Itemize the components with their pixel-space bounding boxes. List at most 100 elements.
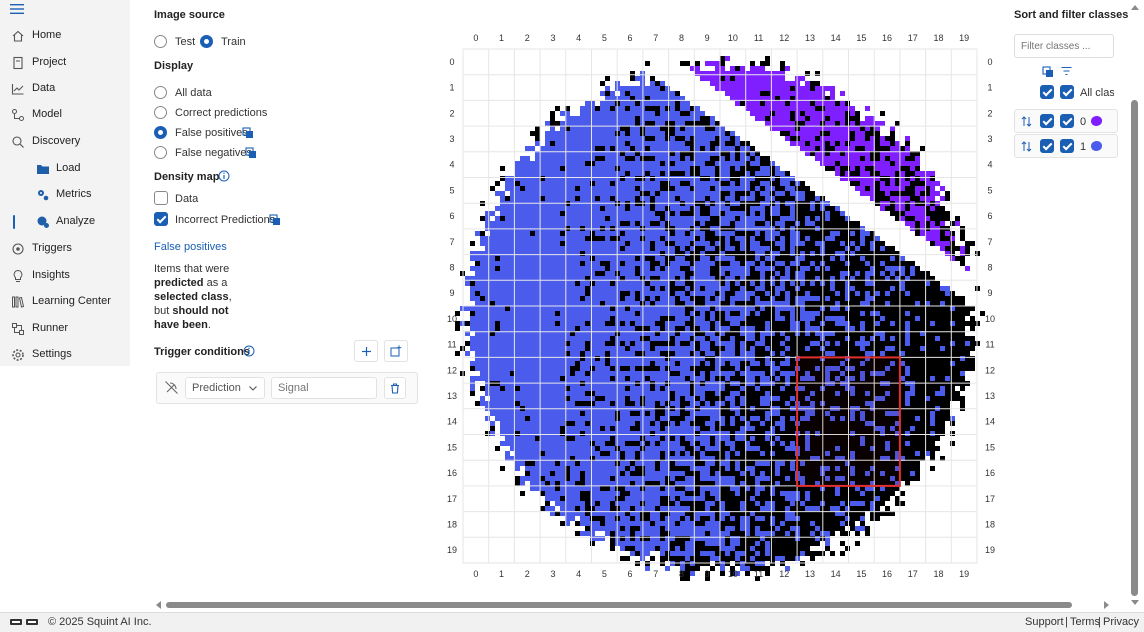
chevron-down-icon: [249, 386, 257, 391]
sidebar-item-learning-center[interactable]: Learning Center: [0, 290, 130, 314]
no-signal-icon[interactable]: [164, 380, 179, 395]
x-tick-label-top: 12: [779, 33, 789, 43]
x-tick-label-bottom: 10: [728, 569, 738, 579]
y-tick-label-left: 0: [449, 57, 454, 67]
desc-text: but: [154, 305, 173, 317]
display-option-label[interactable]: False positives: [175, 127, 248, 139]
sidebar-item-project[interactable]: Project: [0, 51, 130, 75]
x-tick-label-top: 3: [550, 33, 555, 43]
class-select-checkbox[interactable]: [1040, 114, 1054, 128]
trash-icon: [391, 382, 399, 394]
display-option-label[interactable]: All data: [175, 87, 212, 99]
sidebar-item-settings[interactable]: Settings: [0, 343, 130, 367]
sidebar-item-analyze[interactable]: Analyze: [0, 210, 130, 234]
x-tick-label-top: 1: [499, 33, 504, 43]
layers-icon[interactable]: [1042, 66, 1054, 78]
triggers-icon: [12, 243, 24, 255]
y-tick-label-right: 15: [985, 442, 995, 452]
sidebar-item-runner[interactable]: Runner: [0, 317, 130, 341]
false-positives-description: Items that were predicted as a selected …: [154, 262, 254, 332]
display-option-label[interactable]: Correct predictions: [175, 107, 267, 119]
add-condition-button[interactable]: [354, 340, 378, 362]
class-select-checkbox[interactable]: [1040, 139, 1054, 153]
scroll-right-icon[interactable]: [1104, 601, 1110, 609]
sidebar-item-triggers[interactable]: Triggers: [0, 237, 130, 261]
sidebar-item-load[interactable]: Load: [0, 157, 130, 181]
grid-canvas[interactable]: 0011223344556677889910101111121213131414…: [440, 26, 1000, 586]
display-option-label[interactable]: False negatives: [175, 147, 252, 159]
density-incorrect-checkbox[interactable]: [154, 212, 168, 226]
sort-icon[interactable]: [1021, 141, 1032, 152]
y-tick-label-right: 18: [985, 519, 995, 529]
display-correct-radio[interactable]: [154, 106, 167, 119]
visible-all-checkbox[interactable]: [1060, 85, 1074, 99]
y-tick-label-right: 6: [987, 211, 992, 221]
footer-separator: |: [1098, 616, 1101, 628]
horizontal-scroll-thumb[interactable]: [166, 602, 1072, 608]
sidebar-item-label: Settings: [32, 348, 72, 360]
scroll-left-icon[interactable]: [155, 601, 161, 609]
display-false-negatives-radio[interactable]: [154, 146, 167, 159]
display-false-positives-radio[interactable]: [154, 126, 167, 139]
density-data-checkbox[interactable]: [154, 191, 168, 205]
filter-icon[interactable]: [1061, 66, 1072, 76]
y-tick-label-right: 17: [985, 494, 995, 504]
desc-bold: should not: [172, 305, 229, 317]
sidebar-item-data[interactable]: Data: [0, 77, 130, 101]
sidebar-item-model[interactable]: Model: [0, 103, 130, 127]
x-tick-label-bottom: 3: [550, 569, 555, 579]
y-tick-label-left: 2: [449, 108, 454, 118]
y-tick-label-left: 17: [447, 494, 457, 504]
source-train-radio[interactable]: [200, 35, 213, 48]
class-density-grid[interactable]: 0 0 1 1 2 2 3 3 4 4 5 5 6 6 7 7 8 8 9 9 10 10 11 11 12 12 13 13 14 14…: [440, 26, 1000, 586]
select-all-checkbox[interactable]: [1040, 85, 1054, 99]
class-visible-checkbox[interactable]: [1060, 114, 1074, 128]
filter-classes-input[interactable]: [1014, 34, 1114, 58]
sidebar-item-insights[interactable]: Insights: [0, 264, 130, 288]
class-color-swatch[interactable]: [1091, 141, 1102, 151]
scroll-down-icon[interactable]: [1131, 600, 1139, 606]
sidebar-item-label: Triggers: [32, 242, 72, 254]
privacy-link[interactable]: Privacy: [1103, 616, 1139, 628]
y-tick-label-left: 3: [449, 134, 454, 144]
sidebar-item-home[interactable]: Home: [0, 24, 130, 48]
terms-link[interactable]: Terms: [1070, 616, 1100, 628]
sidebar-item-label: Model: [32, 108, 62, 120]
y-tick-label-right: 3: [987, 134, 992, 144]
x-tick-label-bottom: 11: [754, 569, 763, 579]
source-test-radio[interactable]: [154, 35, 167, 48]
source-test-label[interactable]: Test: [175, 36, 195, 48]
density-incorrect-label[interactable]: Incorrect Predictions: [175, 214, 275, 226]
sidebar-item-metrics[interactable]: Metrics: [0, 183, 130, 207]
sidebar-item-label: Project: [32, 56, 67, 68]
vertical-scroll-thumb[interactable]: [1131, 100, 1138, 596]
add-group-button[interactable]: [384, 340, 408, 362]
scroll-up-icon[interactable]: [1131, 4, 1139, 10]
sort-icon[interactable]: [1021, 116, 1032, 127]
density-data-label[interactable]: Data: [175, 193, 198, 205]
sidebar-item-discovery[interactable]: Discovery: [0, 130, 130, 154]
metrics-icon: [38, 190, 49, 201]
x-tick-label-top: 11: [754, 33, 763, 43]
signal-input[interactable]: [271, 377, 377, 399]
y-tick-label-left: 5: [449, 185, 454, 195]
delete-condition-button[interactable]: [384, 377, 406, 399]
x-tick-label-top: 8: [679, 33, 684, 43]
info-icon[interactable]: [243, 345, 255, 357]
support-link[interactable]: Support: [1025, 616, 1064, 628]
prediction-select[interactable]: Prediction: [185, 377, 265, 399]
y-tick-label-left: 18: [447, 519, 457, 529]
y-tick-label-left: 16: [447, 468, 457, 478]
layers-icon: [269, 214, 280, 225]
sidebar-item-label: Metrics: [56, 188, 92, 200]
class-color-swatch[interactable]: [1091, 116, 1102, 126]
class-visible-checkbox[interactable]: [1060, 139, 1074, 153]
menu-icon[interactable]: [10, 3, 24, 15]
info-icon[interactable]: [218, 170, 230, 182]
display-all-data-radio[interactable]: [154, 86, 167, 99]
all-classes-label: All classes: [1080, 87, 1114, 99]
density-map-title: Density map: [154, 171, 220, 183]
source-train-label[interactable]: Train: [221, 36, 246, 48]
x-tick-label-bottom: 2: [525, 569, 530, 579]
y-tick-label-left: 8: [449, 262, 454, 272]
